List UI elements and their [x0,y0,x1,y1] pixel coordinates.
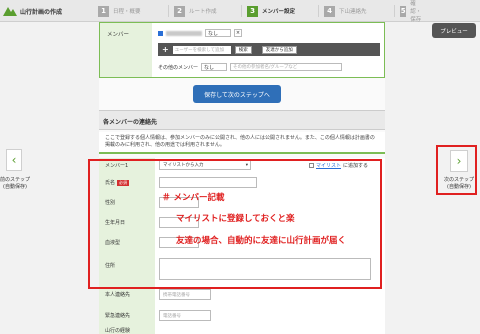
annotation-highlight-form [88,159,382,289]
other-members-input[interactable]: その他の参加者名/グループなど [230,63,343,71]
member-search-bar: + ユーザーを検索して追加 検索 友達から追加 [158,43,380,56]
step-number: 4 [324,5,335,17]
prev-step-label: 前のステップ (自動保存) [0,177,30,191]
preview-label: プレビュー [440,28,468,35]
step-5[interactable]: 5 確認・保存 [400,1,426,23]
other-members-select-value: なし [204,64,215,71]
emergency-contact-label: 緊急連絡先 [105,312,130,319]
save-and-next-label: 保存して次のステップへ [204,91,270,99]
member-row: なし × [158,29,242,37]
step-number: 2 [174,5,185,17]
experience-label: 山行の経験 [105,327,130,334]
step-divider [168,5,169,17]
personal-contact-label-text: 本人連絡先 [105,292,131,298]
step-label: 確認・保存 [410,1,422,23]
save-and-next-button[interactable]: 保存して次のステップへ [193,85,281,103]
step-label: メンバー設定 [262,9,296,15]
other-members-select[interactable]: なし [201,63,228,71]
experience-label-text: 山行の経験 [105,328,131,334]
member-role-value: なし [208,30,219,37]
step-1[interactable]: 1 日程・概要 [98,3,141,19]
remove-member-button[interactable]: × [234,29,242,37]
step-3[interactable]: 3 メンバー設定 [247,3,295,19]
privacy-notice: ここで登録する個人情報は、参加メンバーのみに公開され、他の人には公開されません。… [99,132,385,154]
top-bar: 山行計画の作成 1 日程・概要 2 ルート作成 3 メンバー設定 4 下山連絡先… [0,0,480,23]
step-4[interactable]: 4 下山連絡先 [324,3,367,19]
contact-heading: 各メンバーの連絡先 [103,119,158,126]
step-label: ルート作成 [189,9,217,15]
prev-step-autosave: (自動保存) [3,184,27,190]
annotation-text-2: マイリストに登録しておくと楽 [176,214,295,224]
member-section: メンバー なし × + ユーザーを検索して追加 検索 友達から追加 その他のメン… [99,22,385,78]
personal-contact-label: 本人連絡先 [105,291,130,298]
prev-step-button[interactable]: ‹ [6,149,22,171]
step-2[interactable]: 2 ルート作成 [174,3,217,19]
add-from-friends-button[interactable]: 友達から追加 [261,45,297,54]
annotation-text-3: 友達の場合、自動的に友達に山行計画が届く [176,236,347,246]
other-members-row: その他のメンバー なし その他の参加者名/グループなど [158,63,343,71]
user-search-input[interactable]: ユーザーを検索して追加 [172,45,231,54]
other-members-label: その他のメンバー [158,64,199,71]
plus-icon: + [162,45,169,54]
step-divider [241,5,242,17]
search-button[interactable]: 検索 [234,45,252,54]
preview-button[interactable]: プレビュー [432,23,476,38]
mountain-logo-icon [3,7,17,16]
annotation-text-1: ＃ メンバー記載 [162,193,225,203]
blurred-member-name [166,30,202,36]
emergency-contact-label-text: 緊急連絡先 [105,313,131,319]
emergency-phone-input[interactable]: 電話番号 [159,310,211,321]
app-title: 山行計画の作成 [20,9,63,16]
step-number: 1 [98,5,109,17]
step-number: 5 [400,5,407,17]
member-label: メンバー [107,32,130,38]
member-role-select[interactable]: なし [205,29,231,37]
step-label: 下山連絡先 [339,9,367,15]
step-label: 日程・概要 [113,9,141,15]
step-number: 3 [247,5,258,17]
member-side-label: メンバー [100,23,152,77]
step-divider [394,5,395,17]
step-progress-bar: 1 日程・概要 2 ルート作成 3 メンバー設定 4 下山連絡先 5 確認・保存 [98,1,421,23]
contact-section-header: 各メンバーの連絡先 [99,110,385,130]
prev-step-text: 前のステップ [0,177,31,183]
step-divider [318,5,319,17]
annotation-highlight-next [436,145,477,195]
personal-phone-input[interactable]: 携帯電話番号 [159,289,211,300]
chevron-left-icon: ‹ [11,153,17,167]
member-checkbox[interactable] [158,30,163,36]
